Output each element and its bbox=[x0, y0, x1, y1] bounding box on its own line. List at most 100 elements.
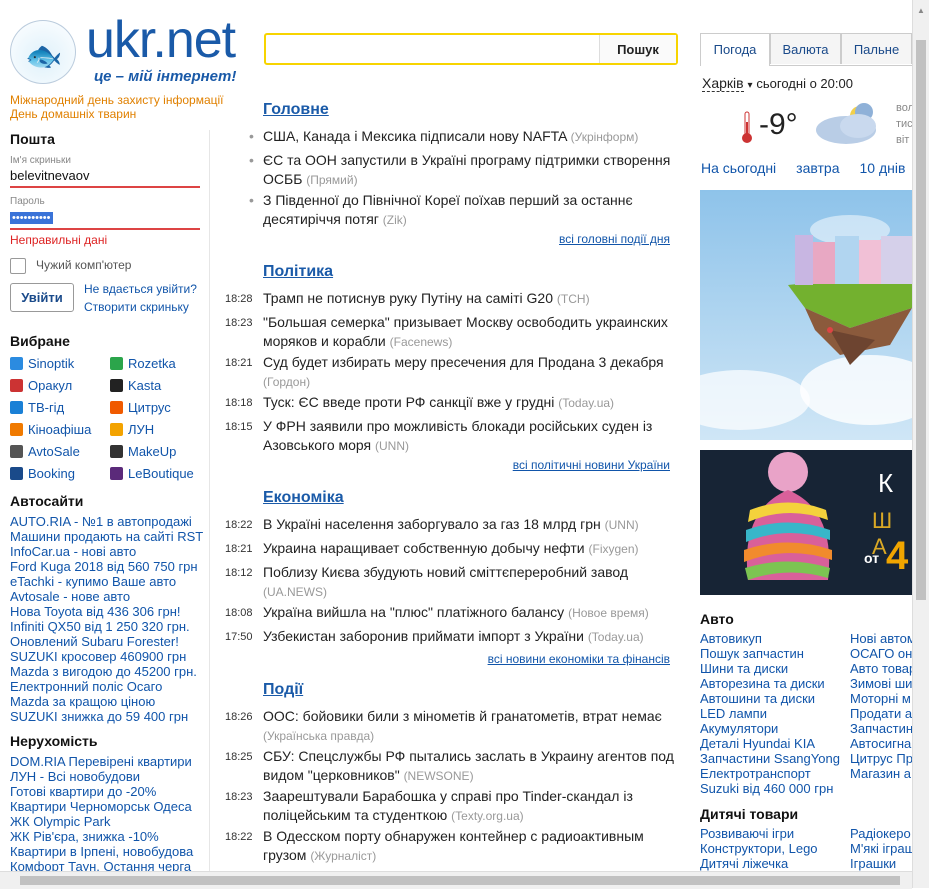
weather-link[interactable]: 10 днів bbox=[859, 160, 905, 176]
favorite-kasta[interactable]: Kasta bbox=[110, 378, 194, 400]
news-headline[interactable]: Суд будет избирать меру пресечения для П… bbox=[263, 353, 675, 392]
search-input[interactable] bbox=[266, 35, 596, 63]
favorite-lun[interactable]: ЛУН bbox=[110, 422, 194, 444]
news-headline[interactable]: Украина наращивает собственную добычу не… bbox=[263, 539, 675, 559]
news-item[interactable]: 18:21 Украина наращивает собственную добы… bbox=[225, 539, 675, 559]
floating-island-banner[interactable] bbox=[700, 190, 912, 440]
auto-link[interactable]: Шини та диски bbox=[700, 661, 840, 676]
favorite-makeup[interactable]: MakeUp bbox=[110, 444, 194, 466]
autosite-link[interactable]: Avtosale - нове авто bbox=[10, 589, 203, 604]
news-headline[interactable]: ООС: бойовики били з мінометів й гранато… bbox=[263, 707, 675, 746]
news-item[interactable]: 18:08 Україна вийшла на "плюс" платіжного… bbox=[225, 603, 675, 623]
favorite-oracle[interactable]: Оракул bbox=[10, 378, 91, 400]
news-item[interactable]: • ЄС та ООН запустили в Україні програму … bbox=[225, 151, 675, 190]
auto-link[interactable]: Авторезина та диски bbox=[700, 676, 840, 691]
news-item[interactable]: 18:21 Суд будет избирать меру пресечения … bbox=[225, 353, 675, 392]
autosite-link[interactable]: Електронний поліс Осаго bbox=[10, 679, 203, 694]
news-headline[interactable]: "Большая семерка" призывает Москву освоб… bbox=[263, 313, 675, 352]
news-item[interactable]: 18:22 В Україні населення заборгувало за … bbox=[225, 515, 675, 535]
auto-link[interactable]: Автовикуп bbox=[700, 631, 840, 646]
tab-fuel[interactable]: Пальне bbox=[841, 33, 912, 64]
favorite-booking[interactable]: Booking bbox=[10, 466, 91, 488]
news-headline[interactable]: Україна вийшла на "плюс" платіжного бала… bbox=[263, 603, 675, 623]
tab-currency[interactable]: Валюта bbox=[770, 33, 841, 64]
realty-link[interactable]: ЖК Olympic Park bbox=[10, 814, 193, 829]
favorite-tv[interactable]: ТВ-гід bbox=[10, 400, 91, 422]
section-more-link-1[interactable]: всі політичні новини України bbox=[513, 458, 670, 472]
news-headline[interactable]: Трамп не потиснув руку Путіну на саміті … bbox=[263, 289, 675, 309]
favorite-cinema[interactable]: Кіноафіша bbox=[10, 422, 91, 444]
city-select[interactable]: Харків bbox=[702, 75, 744, 92]
news-item[interactable]: 18:23 Заарештували Барабошка у справі про… bbox=[225, 787, 675, 826]
realty-link[interactable]: Готові квартири до -20% bbox=[10, 784, 193, 799]
hats-ad-banner[interactable]: К Ш А от 4 bbox=[700, 450, 912, 595]
news-item[interactable]: 18:15 У ФРН заявили про можливість блокад… bbox=[225, 417, 675, 456]
realty-link[interactable]: Квартири в Ірпені, новобудова bbox=[10, 844, 193, 859]
auto-link[interactable]: Продати а bbox=[850, 706, 912, 721]
weather-link[interactable]: завтра bbox=[796, 160, 839, 176]
realty-link[interactable]: ЛУН - Всі новобудови bbox=[10, 769, 193, 784]
section-title-0[interactable]: Головне bbox=[263, 101, 329, 119]
horizontal-scrollbar[interactable] bbox=[0, 871, 912, 889]
promo-link-1[interactable]: Міжнародний день захисту інформації bbox=[10, 93, 224, 107]
news-headline[interactable]: ЄС та ООН запустили в Україні програму п… bbox=[263, 151, 675, 190]
auto-link[interactable]: Моторні м bbox=[850, 691, 912, 706]
vertical-scrollbar[interactable]: ▲ bbox=[912, 0, 929, 888]
foreign-pc-checkbox[interactable] bbox=[10, 258, 26, 274]
promo-link-2[interactable]: День домашніх тварин bbox=[10, 107, 136, 121]
favorite-avtosale[interactable]: AvtoSale bbox=[10, 444, 91, 466]
create-mailbox-link[interactable]: Створити скриньку bbox=[84, 300, 189, 314]
auto-link[interactable]: Деталі Hyundai KIA bbox=[700, 736, 840, 751]
autosite-link[interactable]: Оновлений Subaru Forester! bbox=[10, 634, 203, 649]
news-item[interactable]: 18:23 "Большая семерка" призывает Москву … bbox=[225, 313, 675, 352]
favorite-citrus[interactable]: Цитрус bbox=[110, 400, 194, 422]
autosite-link[interactable]: Mazda з вигодою до 45200 грн. bbox=[10, 664, 203, 679]
weather-link[interactable]: На сьогодні bbox=[701, 160, 776, 176]
auto-link[interactable]: Пошук запчастин bbox=[700, 646, 840, 661]
favorite-rozetka[interactable]: Rozetka bbox=[110, 356, 194, 378]
section-more-link-2[interactable]: всі новини економіки та фінансів bbox=[488, 652, 670, 666]
scroll-up-icon[interactable]: ▲ bbox=[917, 6, 925, 15]
kids-link[interactable]: Дитячі ліжечка bbox=[700, 856, 818, 871]
news-headline[interactable]: Туск: ЄС введе проти РФ санкції вже у гр… bbox=[263, 393, 675, 413]
news-item[interactable]: 18:25 СБУ: Спецслужбы РФ пытались заслать… bbox=[225, 747, 675, 786]
autosite-link[interactable]: Infiniti QX50 від 1 250 320 грн. bbox=[10, 619, 203, 634]
auto-link[interactable]: Акумулятори bbox=[700, 721, 840, 736]
autosite-link[interactable]: Ford Kuga 2018 від 560 750 грн bbox=[10, 559, 203, 574]
autosite-link[interactable]: Mazda за кращою ціною bbox=[10, 694, 203, 709]
login-field[interactable]: belevitnevaov bbox=[10, 168, 200, 188]
autosite-link[interactable]: SUZUKI кросовер 460900 грн bbox=[10, 649, 203, 664]
news-item[interactable]: 17:50 Узбекистан заборонив приймати імпор… bbox=[225, 627, 675, 647]
cant-login-link[interactable]: Не вдається увійти? bbox=[84, 282, 197, 296]
site-logo[interactable]: 🐟 ukr.net це – мій інтернет! bbox=[10, 11, 250, 90]
auto-link[interactable]: Цитрус Пр bbox=[850, 751, 912, 766]
search-button[interactable]: Пошук bbox=[599, 35, 676, 63]
realty-link[interactable]: ЖК Рів'єра, знижка -10% bbox=[10, 829, 193, 844]
realty-link[interactable]: Квартири Черноморськ Одеса bbox=[10, 799, 193, 814]
autosite-link[interactable]: SUZUKI знижка до 59 400 грн bbox=[10, 709, 203, 724]
section-title-1[interactable]: Політика bbox=[263, 263, 333, 281]
chevron-down-icon[interactable]: ▾ bbox=[747, 80, 752, 91]
autosite-link[interactable]: AUTO.RIA - №1 в автопродажі bbox=[10, 514, 203, 529]
password-field[interactable]: •••••••••• bbox=[10, 209, 200, 230]
autosite-link[interactable]: Машини продають на сайті RST bbox=[10, 529, 203, 544]
auto-link[interactable]: Запчастини SsangYong bbox=[700, 751, 840, 766]
autosite-link[interactable]: InfoCar.ua - нові авто bbox=[10, 544, 203, 559]
section-title-3[interactable]: Події bbox=[263, 681, 303, 699]
auto-link[interactable]: Нові автом bbox=[850, 631, 912, 646]
news-headline[interactable]: В Україні населення заборгувало за газ 1… bbox=[263, 515, 675, 535]
news-item[interactable]: 18:26 ООС: бойовики били з мінометів й гр… bbox=[225, 707, 675, 746]
auto-link[interactable]: Запчастин bbox=[850, 721, 912, 736]
section-title-2[interactable]: Економіка bbox=[263, 489, 344, 507]
kids-link[interactable]: М'які іграш bbox=[850, 841, 912, 856]
news-item[interactable]: • США, Канада і Мексика підписали нову NA… bbox=[225, 127, 675, 147]
news-item[interactable]: 18:18 Туск: ЄС введе проти РФ санкції вже… bbox=[225, 393, 675, 413]
news-headline[interactable]: З Південної до Північної Кореї поїхав пе… bbox=[263, 191, 675, 230]
kids-link[interactable]: Конструктори, Lego bbox=[700, 841, 818, 856]
auto-link[interactable]: Автосигна bbox=[850, 736, 912, 751]
auto-link[interactable]: ОСАГО он bbox=[850, 646, 912, 661]
auto-link[interactable]: Електротранспорт bbox=[700, 766, 840, 781]
auto-link[interactable]: Авто товар bbox=[850, 661, 912, 676]
kids-link[interactable]: Розвиваючі ігри bbox=[700, 826, 818, 841]
news-headline[interactable]: СБУ: Спецслужбы РФ пытались заслать в Ук… bbox=[263, 747, 675, 786]
